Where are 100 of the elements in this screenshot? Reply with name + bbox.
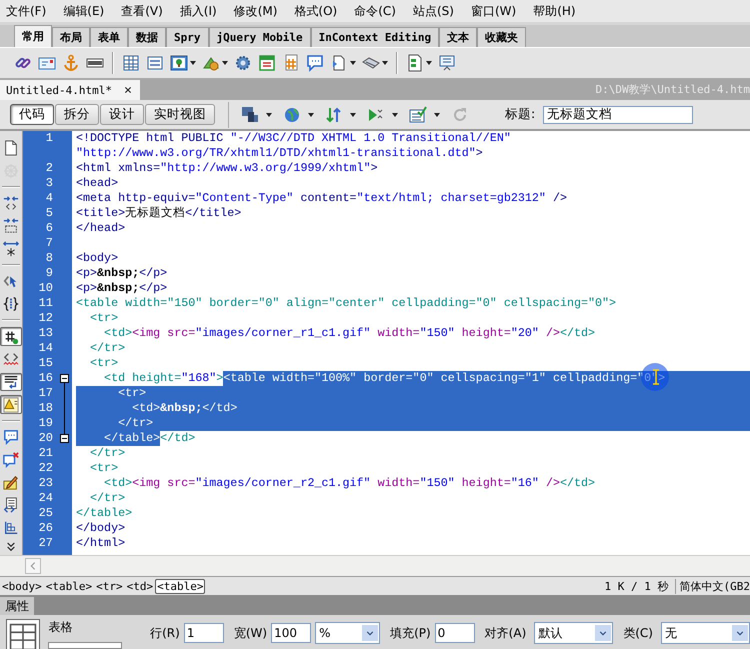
line-number: 2: [46, 161, 53, 175]
code-text: <meta http-equiv=: [76, 191, 196, 206]
menu-item[interactable]: 站点(S): [408, 2, 467, 20]
tag-selector-item[interactable]: <table>: [155, 578, 206, 594]
chevron-icon[interactable]: [5, 541, 17, 553]
number-field[interactable]: 100: [271, 623, 312, 643]
dropdown[interactable]: %: [315, 622, 380, 644]
hash-icon[interactable]: [3, 328, 19, 345]
caret-icon[interactable]: [222, 61, 228, 65]
code-text: "images/corner_r1_c1.gif": [195, 326, 371, 341]
warning-icon[interactable]: [3, 396, 19, 413]
image-icon[interactable]: [170, 54, 188, 72]
collapse-toggle[interactable]: [60, 374, 69, 383]
caret-icon[interactable]: [434, 112, 440, 116]
multiscreen-icon[interactable]: [241, 106, 259, 124]
menu-item[interactable]: 插入(I): [176, 2, 230, 20]
wavy-tag-icon[interactable]: [3, 351, 19, 368]
table-id-field[interactable]: [48, 642, 122, 649]
code-text: </td>: [560, 326, 596, 341]
collapse-selection-icon[interactable]: [3, 218, 19, 234]
number-field[interactable]: 0: [434, 623, 475, 643]
menu-item[interactable]: 查看(V): [117, 2, 176, 20]
word-wrap-button[interactable]: [0, 372, 22, 392]
menu-item[interactable]: 编辑(E): [59, 2, 118, 20]
globe-icon[interactable]: [283, 106, 301, 124]
line-number: 16: [38, 371, 53, 385]
code-text: width=: [376, 476, 420, 491]
monitor-icon[interactable]: [438, 54, 456, 72]
panel-tab[interactable]: 表单: [90, 27, 128, 47]
menu-item[interactable]: 窗口(W): [466, 2, 530, 20]
word-wrap-icon[interactable]: [3, 374, 19, 390]
code-text: <tr>: [89, 311, 118, 326]
number-field[interactable]: 1: [184, 623, 224, 643]
caret-icon[interactable]: [426, 61, 432, 65]
code-text: &nbsp;: [160, 401, 202, 416]
panel-tab[interactable]: 文本: [439, 27, 478, 47]
grid-icon[interactable]: [3, 520, 19, 536]
tag-selector-item[interactable]: <tr>: [94, 578, 125, 594]
select-parent-icon[interactable]: [3, 273, 19, 290]
code-text: </tr>: [89, 491, 126, 506]
code-text: "168": [181, 371, 216, 386]
remove-comment-icon[interactable]: [3, 452, 19, 468]
caret-icon[interactable]: [392, 112, 398, 116]
tag-selector-item[interactable]: <table>: [44, 578, 94, 594]
code-text: </body>: [76, 521, 126, 536]
caret-icon[interactable]: [382, 61, 388, 65]
scroll-left-button[interactable]: [25, 558, 41, 574]
panel-tab[interactable]: 常用: [14, 25, 52, 47]
caret-icon[interactable]: [350, 112, 356, 116]
view-button[interactable]: 设计: [100, 104, 144, 125]
comment-icon[interactable]: [3, 429, 19, 446]
menu-item[interactable]: 文件(F): [2, 2, 60, 20]
braces-icon[interactable]: [3, 296, 19, 312]
line-number: 21: [38, 446, 53, 460]
calendar-icon[interactable]: [258, 54, 276, 72]
panel-tab[interactable]: InContext Editing: [310, 27, 440, 47]
dropdown[interactable]: 默认: [534, 622, 614, 644]
panel-tab[interactable]: 数据: [128, 27, 166, 47]
line-number: 18: [38, 401, 53, 415]
tag-selector-item[interactable]: <td>: [124, 578, 156, 594]
line-number: 26: [38, 521, 53, 535]
view-button[interactable]: 代码: [10, 104, 54, 125]
collapse-tag-icon[interactable]: [3, 196, 19, 212]
menu-item[interactable]: 帮助(H): [529, 2, 589, 20]
speech-bubble-icon[interactable]: [306, 54, 324, 72]
collapse-toggle[interactable]: [60, 434, 69, 443]
title-field[interactable]: 无标题文档: [543, 106, 694, 124]
caret-icon[interactable]: [350, 61, 356, 65]
dropdown[interactable]: 无: [661, 622, 750, 644]
code-text: width=: [376, 326, 420, 341]
hash-button[interactable]: [0, 327, 22, 346]
gear-icon[interactable]: [234, 54, 252, 72]
caret-icon[interactable]: [266, 112, 272, 116]
checklist-icon[interactable]: [409, 106, 427, 124]
tag-selector-item[interactable]: <body>: [0, 578, 44, 594]
chevron-left-icon[interactable]: [28, 561, 38, 571]
menu-item[interactable]: 格式(O): [290, 2, 350, 20]
table-icon[interactable]: [122, 54, 140, 72]
view-button[interactable]: 实时视图: [145, 104, 215, 125]
template-icon[interactable]: [406, 54, 424, 72]
warning-button[interactable]: [0, 395, 22, 414]
panel-tab[interactable]: Spry: [166, 27, 208, 47]
properties-tab[interactable]: 属性: [0, 597, 34, 615]
panel-tab[interactable]: 收藏夹: [477, 27, 526, 47]
document-icon[interactable]: [3, 140, 19, 156]
line-number: 17: [38, 386, 53, 400]
caret-icon[interactable]: [190, 61, 196, 65]
up-down-arrows-icon[interactable]: [325, 106, 343, 124]
panel-tab[interactable]: 布局: [52, 27, 90, 47]
caret-icon[interactable]: [308, 112, 314, 116]
snippet-icon[interactable]: [3, 497, 19, 514]
menu-item[interactable]: 命令(C): [350, 2, 409, 20]
view-button[interactable]: 拆分: [55, 104, 99, 125]
code-text: &nbsp;: [97, 266, 140, 281]
div-icon[interactable]: [146, 54, 164, 72]
expand-button[interactable]: [0, 240, 22, 258]
panel-tab[interactable]: jQuery Mobile: [208, 27, 311, 47]
pencil-icon[interactable]: [3, 474, 19, 490]
expand-icon[interactable]: [3, 240, 19, 257]
menu-item[interactable]: 修改(M): [230, 2, 290, 20]
